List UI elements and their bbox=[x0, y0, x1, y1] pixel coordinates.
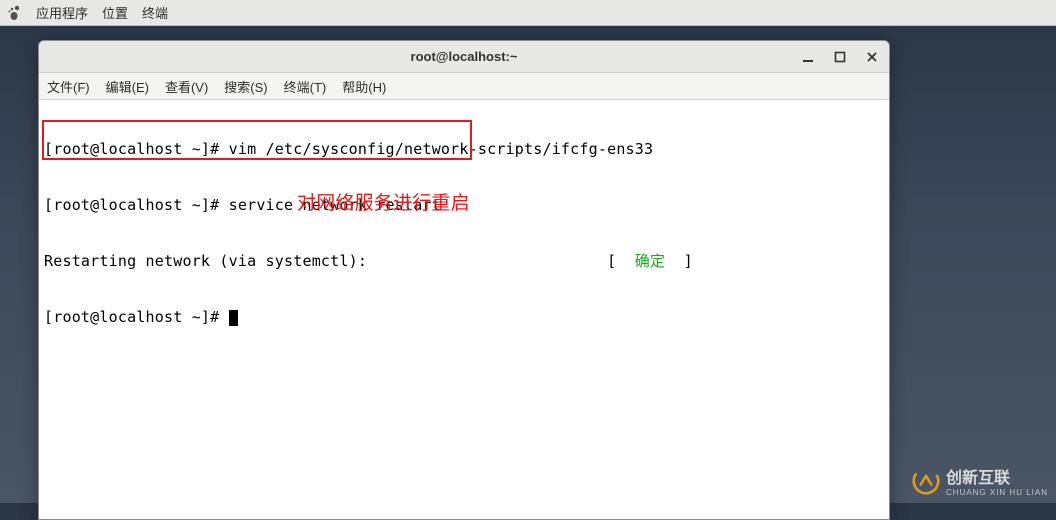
panel-terminal[interactable]: 终端 bbox=[142, 3, 168, 22]
watermark-sub: CHUANG XIN HU LIAN bbox=[946, 488, 1048, 497]
panel-apps[interactable]: 应用程序 bbox=[36, 3, 88, 22]
terminal-menubar: 文件(F) 编辑(E) 查看(V) 搜索(S) 终端(T) 帮助(H) bbox=[39, 73, 889, 100]
terminal-window: root@localhost:~ 文件(F) 编辑(E) 查看(V) 搜索(S)… bbox=[38, 40, 890, 520]
window-titlebar: root@localhost:~ bbox=[39, 41, 889, 73]
terminal-body[interactable]: [root@localhost ~]# vim /etc/sysconfig/n… bbox=[39, 100, 889, 519]
terminal-line: [root@localhost ~]# vim /etc/sysconfig/n… bbox=[44, 140, 884, 159]
status-ok: 确定 bbox=[635, 252, 665, 270]
terminal-line: Restarting network (via systemctl): [ 确定… bbox=[44, 252, 884, 271]
terminal-cursor bbox=[229, 310, 238, 326]
menu-edit[interactable]: 编辑(E) bbox=[106, 77, 149, 96]
gnome-top-panel: 应用程序 位置 终端 bbox=[0, 0, 1056, 26]
maximize-button[interactable] bbox=[829, 46, 851, 68]
menu-terminal[interactable]: 终端(T) bbox=[284, 77, 327, 96]
terminal-line: [root@localhost ~]# bbox=[44, 308, 884, 327]
annotation-text: 对网络服务进行重启 bbox=[297, 192, 470, 216]
menu-help[interactable]: 帮助(H) bbox=[342, 77, 386, 96]
watermark-logo-icon bbox=[912, 467, 940, 495]
panel-places[interactable]: 位置 bbox=[102, 3, 128, 22]
close-button[interactable] bbox=[861, 46, 883, 68]
gnome-foot-icon bbox=[6, 5, 22, 21]
minimize-button[interactable] bbox=[797, 46, 819, 68]
menu-file[interactable]: 文件(F) bbox=[47, 77, 90, 96]
watermark: 创新互联 CHUANG XIN HU LIAN bbox=[912, 464, 1048, 497]
window-controls bbox=[797, 41, 883, 72]
menu-search[interactable]: 搜索(S) bbox=[224, 77, 267, 96]
window-title: root@localhost:~ bbox=[411, 49, 518, 64]
watermark-main: 创新互联 bbox=[946, 470, 1010, 487]
menu-view[interactable]: 查看(V) bbox=[165, 77, 208, 96]
